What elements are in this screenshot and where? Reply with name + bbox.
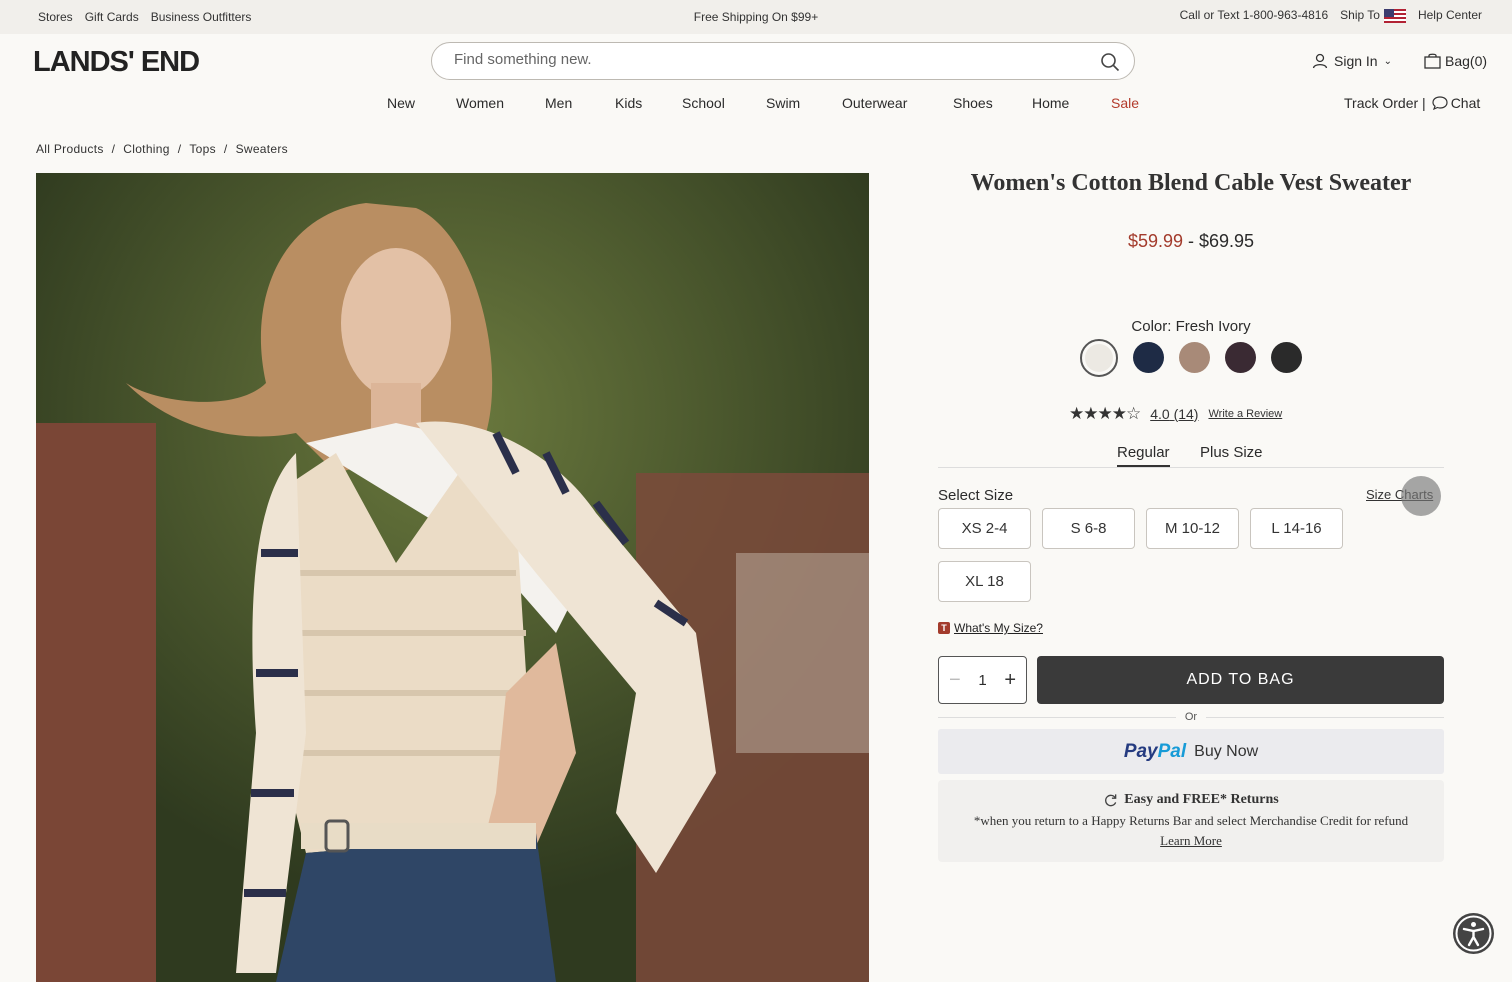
quantity-value[interactable]: 1 (978, 672, 986, 689)
accessibility-button[interactable] (1453, 913, 1494, 954)
nav-sale[interactable]: Sale (1111, 95, 1139, 111)
nav-men[interactable]: Men (545, 95, 572, 111)
chat-label: Chat (1450, 95, 1481, 111)
product-image[interactable] (36, 173, 869, 982)
returns-title-row: Easy and FREE* Returns (938, 792, 1444, 808)
color-swatches (1080, 339, 1302, 377)
chat-icon (1432, 96, 1448, 110)
product-title: Women's Cotton Blend Cable Vest Sweater (970, 170, 1412, 196)
paypal-buy-now-button[interactable]: Pay Pal Buy Now (938, 729, 1444, 774)
product-price: $59.99 - $69.95 (938, 231, 1444, 252)
minus-icon[interactable]: − (949, 669, 961, 692)
swatch-black[interactable] (1271, 342, 1302, 373)
price-separator: - (1183, 231, 1199, 251)
help-center-link[interactable]: Help Center (1418, 8, 1482, 22)
bag-label: Bag(0) (1445, 53, 1488, 69)
whats-my-size-link[interactable]: What's My Size? (954, 621, 1043, 635)
price-low: $59.99 (1127, 231, 1183, 251)
paypal-logo-pay: Pay (1123, 740, 1158, 762)
sign-in-menu[interactable]: Sign In ⌄ (1312, 53, 1392, 69)
true-fit-icon: T (938, 622, 950, 634)
nav-new[interactable]: New (387, 95, 415, 111)
nav-outerwear[interactable]: Outerwear (842, 95, 907, 111)
sign-in-label: Sign In (1334, 53, 1378, 69)
rating-count: (14) (1173, 406, 1199, 422)
rating-value: 4.0 (1150, 406, 1170, 422)
track-chat: Track Order | Chat (1344, 95, 1480, 111)
swatch-tan[interactable] (1179, 342, 1210, 373)
returns-title: Easy and FREE* Returns (1124, 792, 1279, 807)
breadcrumb-tops[interactable]: Tops (189, 142, 216, 156)
bag-button[interactable]: Bag(0) (1424, 53, 1487, 69)
accessibility-icon (1455, 915, 1492, 952)
buy-now-label: Buy Now (1194, 742, 1259, 760)
refresh-icon (1105, 793, 1117, 806)
user-icon (1312, 53, 1328, 69)
chevron-down-icon: ⌄ (1383, 55, 1392, 67)
ship-to-label: Ship To (1340, 8, 1380, 22)
us-flag-icon (1383, 8, 1406, 23)
lands-end-logo[interactable]: LANDS' END (33, 46, 200, 79)
size-xl-button[interactable]: XL 18 (938, 561, 1031, 602)
utility-bar: Stores Gift Cards Business Outfitters Fr… (0, 0, 1512, 34)
nav-school[interactable]: School (682, 95, 725, 111)
quantity-stepper: − 1 + (938, 656, 1027, 704)
swatch-navy[interactable] (1133, 342, 1164, 373)
bag-icon (1424, 53, 1441, 69)
breadcrumb-separator: / (111, 142, 116, 156)
search-icon[interactable] (1100, 52, 1120, 72)
breadcrumb-sweaters[interactable]: Sweaters (236, 142, 288, 156)
or-label: Or (1176, 711, 1206, 723)
select-size-label: Select Size (938, 487, 1014, 504)
ship-to-button[interactable]: Ship To (1340, 8, 1406, 23)
size-xs-button[interactable]: XS 2-4 (938, 508, 1031, 549)
star-rating-icon: ★★★★☆ (1069, 404, 1141, 423)
nav-home[interactable]: Home (1032, 95, 1069, 111)
rating-row: ★★★★☆ 4.0 (14) Write a Review (1069, 404, 1282, 424)
color-label: Color: Fresh Ivory (1131, 318, 1251, 335)
search-bar (431, 42, 1135, 80)
tab-plus-size[interactable]: Plus Size (1200, 444, 1263, 465)
utility-right: Call or Text 1-800-963-4816 Ship To Help… (1180, 8, 1482, 23)
breadcrumb-separator: / (177, 142, 182, 156)
breadcrumb-clothing[interactable]: Clothing (123, 142, 169, 156)
nav-swim[interactable]: Swim (766, 95, 800, 111)
breadcrumb-separator: / (223, 142, 228, 156)
paypal-logo-pal: Pal (1157, 740, 1187, 762)
learn-more-link[interactable]: Learn More (938, 833, 1444, 849)
rating-link[interactable]: 4.0 (14) (1150, 406, 1198, 422)
breadcrumb: All Products / Clothing / Tops / Sweater… (36, 142, 288, 156)
price-high: $69.95 (1199, 231, 1255, 251)
nav-shoes[interactable]: Shoes (953, 95, 993, 111)
size-s-button[interactable]: S 6-8 (1042, 508, 1135, 549)
whats-my-size: T What's My Size? (938, 621, 1043, 635)
size-l-button[interactable]: L 14-16 (1250, 508, 1343, 549)
plus-icon[interactable]: + (1004, 669, 1016, 692)
fit-tabs: Regular Plus Size (938, 444, 1444, 468)
chat-button[interactable]: Chat (1432, 95, 1481, 111)
add-to-bag-button[interactable]: ADD TO BAG (1037, 656, 1444, 704)
swatch-fresh-ivory[interactable] (1080, 339, 1118, 377)
nav-women[interactable]: Women (456, 95, 504, 111)
returns-info: Easy and FREE* Returns *when you return … (938, 780, 1444, 862)
phone-text: Call or Text 1-800-963-4816 (1179, 8, 1329, 23)
tab-regular[interactable]: Regular (1117, 444, 1170, 467)
breadcrumb-all-products[interactable]: All Products (36, 142, 104, 156)
nav-kids[interactable]: Kids (615, 95, 642, 111)
track-order-link[interactable]: Track Order | (1344, 95, 1426, 111)
model-illustration (36, 173, 869, 982)
swatch-plum[interactable] (1225, 342, 1256, 373)
cursor-indicator (1401, 476, 1441, 516)
write-review-link[interactable]: Write a Review (1208, 408, 1282, 420)
returns-note: *when you return to a Happy Returns Bar … (973, 813, 1409, 828)
search-input[interactable] (454, 51, 1074, 68)
size-m-button[interactable]: M 10-12 (1146, 508, 1239, 549)
